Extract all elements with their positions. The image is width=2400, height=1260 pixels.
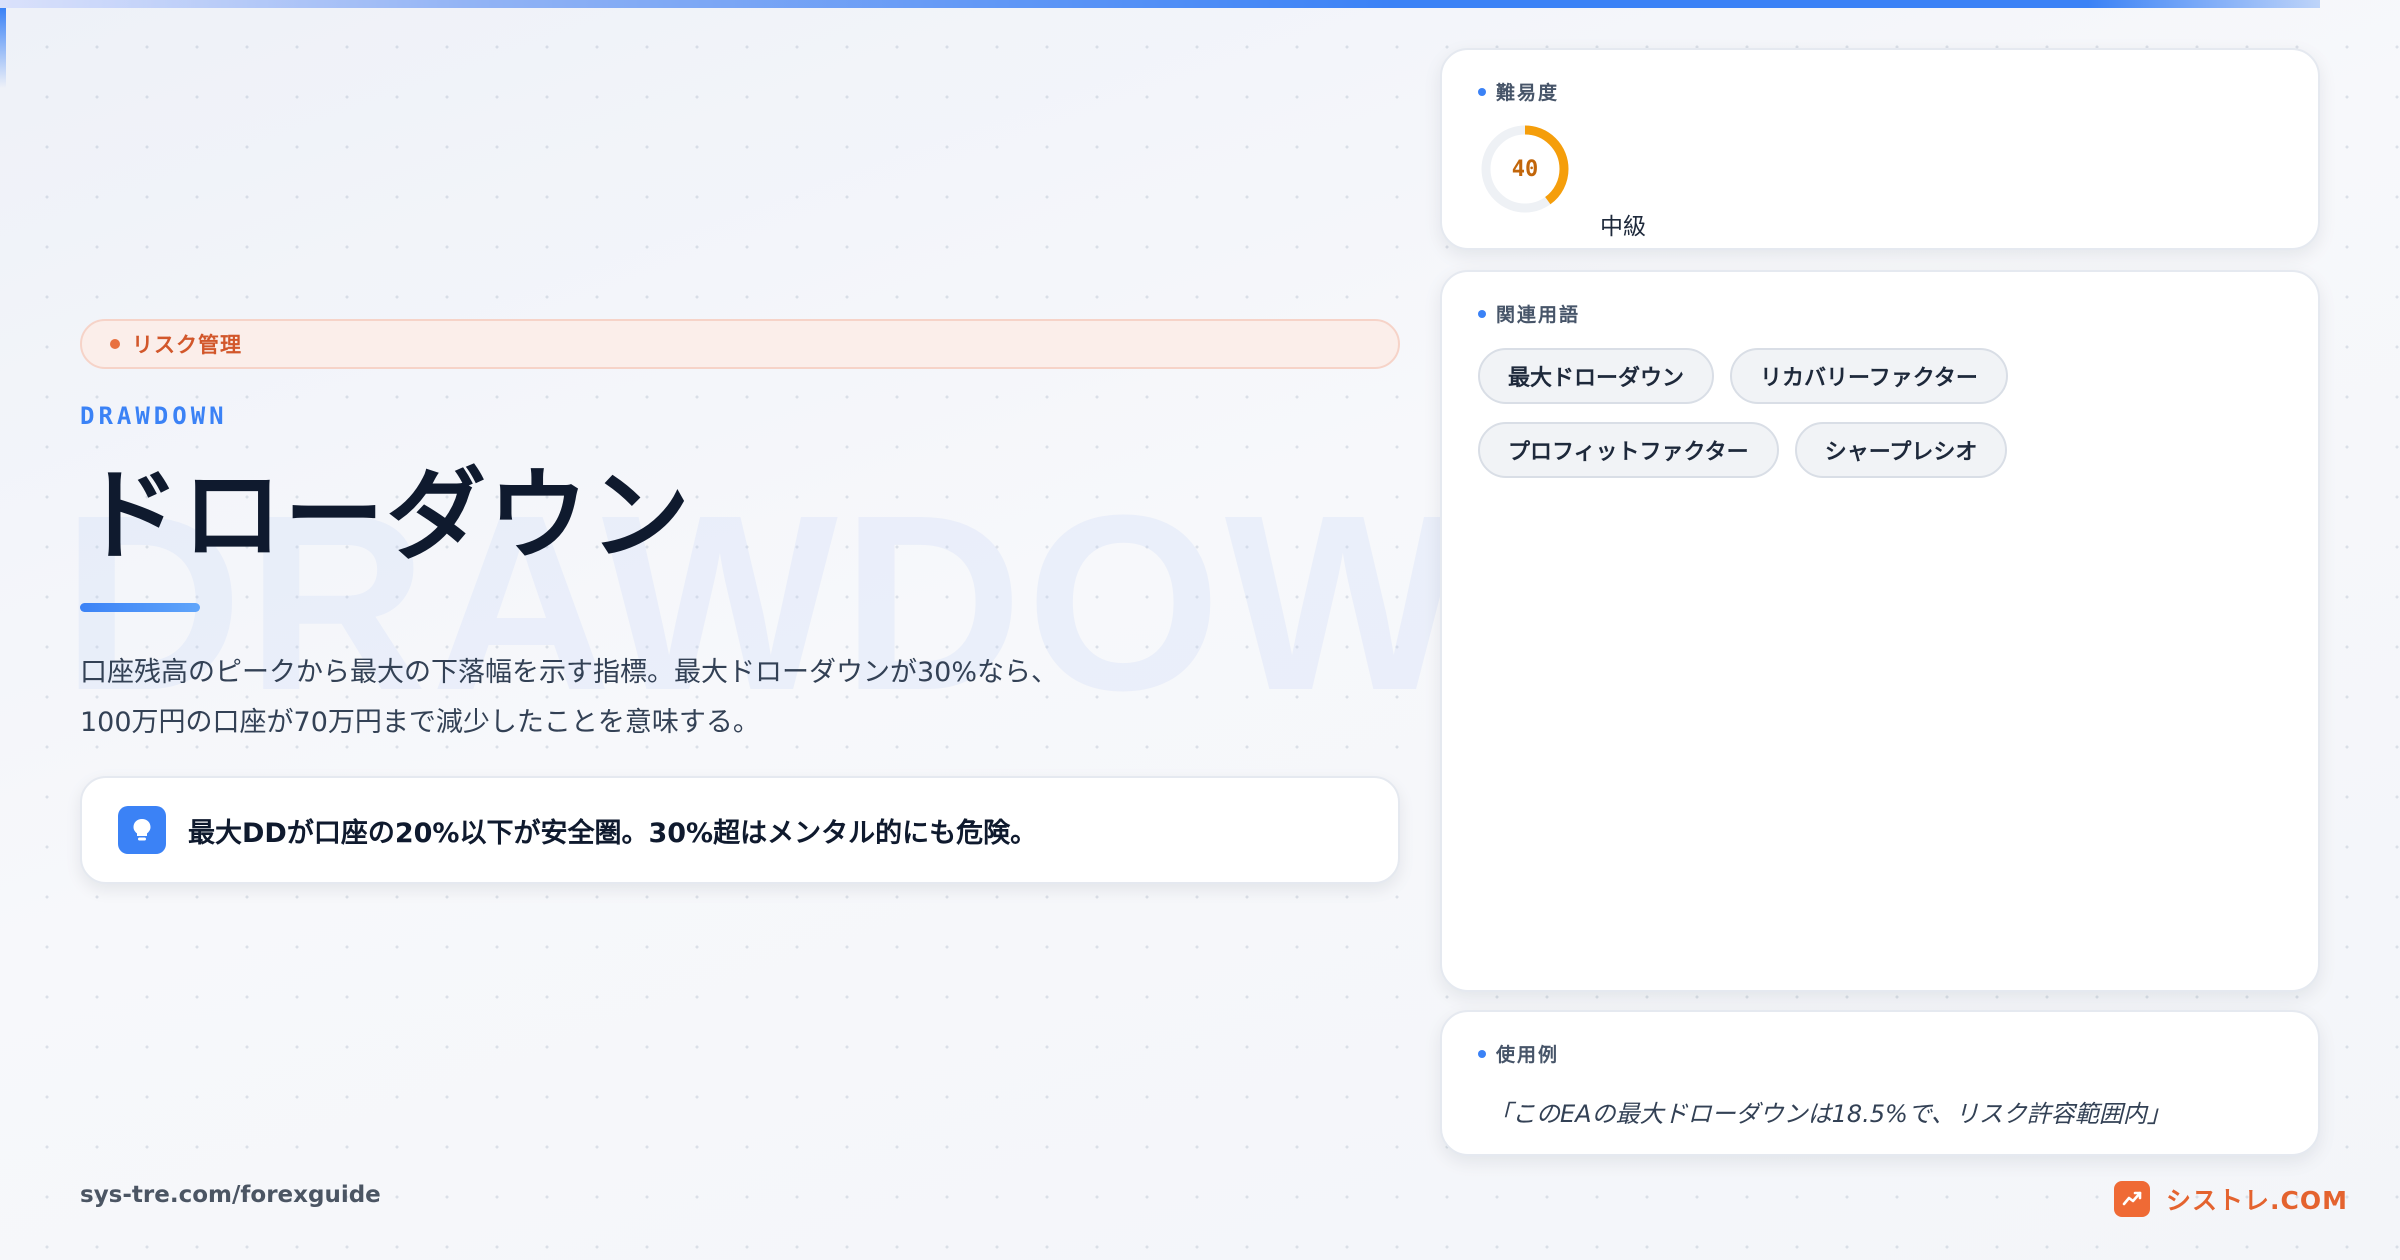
related-term-chip[interactable]: 最大ドローダウン	[1478, 348, 1715, 404]
label-dot	[1478, 1049, 1486, 1058]
description-line: 100万円の口座が70万円まで減少したことを意味する。	[80, 707, 760, 738]
category-label: リスク管理	[132, 333, 242, 357]
example-label: 使用例	[1496, 1044, 1560, 1066]
difficulty-label: 難易度	[1496, 82, 1560, 104]
related-term-chip[interactable]: リカバリーファクター	[1730, 348, 2008, 404]
term-title: ドローダウン	[80, 457, 692, 574]
description-line: 口座残高のピークから最大の下落幅を示す指標。最大ドローダウンが30%なら、	[80, 657, 1059, 688]
related-terms-list: 最大ドローダウン リカバリーファクター プロフィットファクター シャープレシオ	[1478, 348, 2278, 478]
term-english: DRAWDOWN	[80, 402, 228, 430]
example-label-row: 使用例	[1478, 1040, 1559, 1067]
label-dot	[1478, 309, 1486, 318]
example-card: 使用例 「このEAの最大ドローダウンは18.5%で、リスク許容範囲内」	[1440, 1010, 2320, 1156]
title-underline	[80, 603, 200, 612]
footer-url[interactable]: sys-tre.com/forexguide	[80, 1182, 381, 1208]
related-term-chip[interactable]: シャープレシオ	[1794, 422, 2008, 478]
brand-logo[interactable]: シストレ.COM	[2114, 1179, 2348, 1219]
chart-up-icon	[2114, 1181, 2150, 1217]
lightbulb-icon	[118, 806, 166, 854]
related-term-chip[interactable]: プロフィットファクター	[1478, 422, 1779, 478]
difficulty-label-row: 難易度	[1478, 78, 1559, 105]
related-label: 関連用語	[1496, 304, 1581, 326]
related-terms-card: 関連用語 最大ドローダウン リカバリーファクター プロフィットファクター シャー…	[1440, 270, 2320, 992]
difficulty-level: 中級	[1600, 214, 1646, 240]
term-description: 口座残高のピークから最大の下落幅を示す指標。最大ドローダウンが30%なら、 10…	[80, 648, 1180, 748]
top-accent-bar	[0, 0, 2320, 8]
tip-text: 最大DDが口座の20%以下が安全圏。30%超はメンタル的にも危険。	[188, 817, 1038, 849]
label-dot	[1478, 87, 1486, 96]
related-label-row: 関連用語	[1478, 300, 1580, 327]
category-dot	[110, 339, 120, 349]
left-accent-bar	[0, 8, 6, 88]
example-text: 「このEAの最大ドローダウンは18.5%で、リスク許容範囲内」	[1488, 1100, 2171, 1128]
tip-card: 最大DDが口座の20%以下が安全圏。30%超はメンタル的にも危険。	[80, 776, 1400, 884]
difficulty-score: 40	[1511, 156, 1539, 182]
brand-name: シストレ.COM	[2166, 1186, 2348, 1215]
difficulty-card: 難易度 40 中級	[1440, 48, 2320, 250]
category-badge: リスク管理	[80, 319, 1400, 369]
